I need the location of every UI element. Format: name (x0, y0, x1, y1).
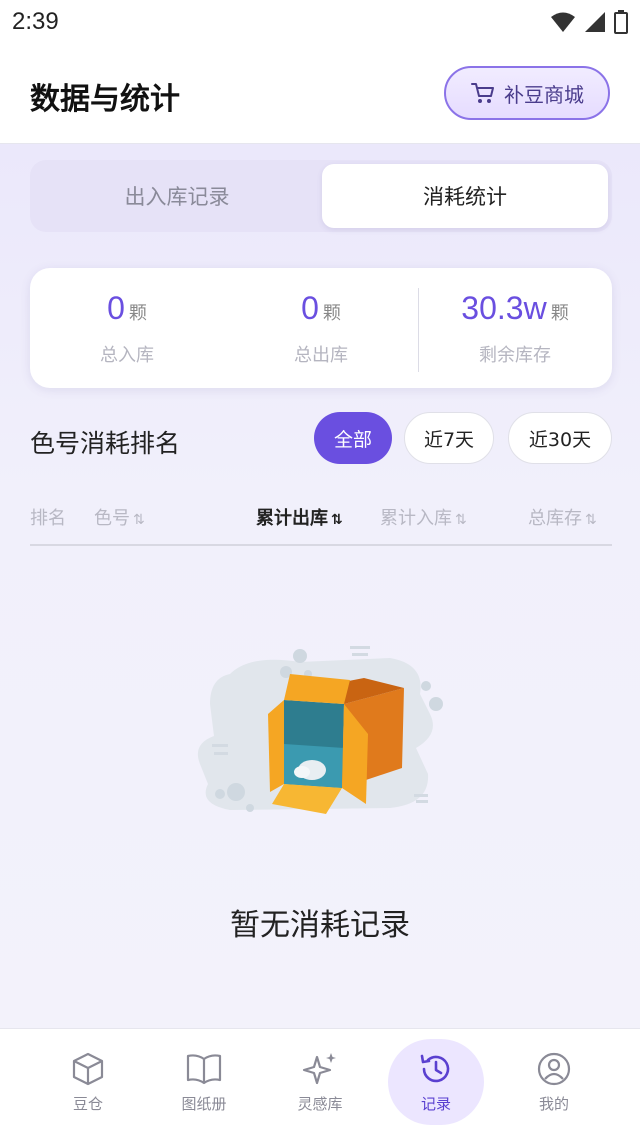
tab-inout-records[interactable]: 出入库记录 (34, 164, 320, 228)
column-total-in-label: 累计入库 (380, 508, 452, 529)
sort-icon: ⇅ (331, 512, 343, 528)
column-stock[interactable]: 总库存 ⇅ (528, 504, 597, 530)
column-total-out[interactable]: 累计出库 ⇅ (256, 504, 343, 530)
stat-total-out-value: 0 (301, 290, 319, 326)
bottom-tab-bar: 豆仓 图纸册 灵感库 记录 我的 (0, 1028, 640, 1138)
book-icon (186, 1053, 222, 1084)
history-icon (420, 1054, 450, 1082)
filter-7days-button[interactable]: 近7天 (404, 412, 494, 464)
filter-all-button[interactable]: 全部 (314, 412, 392, 464)
stat-total-in-label: 总入库 (100, 345, 154, 366)
shop-button[interactable]: 补豆商城 (444, 66, 610, 120)
stat-total-in-value: 0 (107, 290, 125, 326)
column-total-out-label: 累计出库 (256, 508, 328, 529)
header: 数据与统计 补豆商城 (0, 44, 640, 144)
filter-30days-button[interactable]: 近30天 (508, 412, 612, 464)
stat-total-in-unit: 颗 (128, 303, 147, 324)
column-stock-label: 总库存 (528, 508, 582, 529)
wifi-icon (551, 12, 575, 32)
stat-remaining-value: 30.3w (461, 290, 547, 326)
segment-control: 出入库记录 消耗统计 (30, 160, 612, 232)
stat-total-out-label: 总出库 (294, 345, 348, 366)
tab-profile-label: 我的 (538, 1094, 569, 1113)
tab-inspiration-label: 灵感库 (297, 1094, 343, 1113)
sparkle-icon (302, 1052, 336, 1084)
status-bar: 2:39 (0, 0, 640, 44)
tab-records[interactable]: 记录 (388, 1039, 484, 1125)
stat-total-in: 0颗 总入库 (30, 290, 224, 367)
stat-total-out-unit: 颗 (322, 303, 341, 324)
status-icons (550, 10, 628, 34)
ranking-title: 色号消耗排名 (30, 429, 181, 458)
column-total-in[interactable]: 累计入库 ⇅ (380, 504, 467, 530)
sort-icon: ⇅ (133, 512, 145, 528)
tab-inspiration[interactable]: 灵感库 (272, 1039, 368, 1125)
sort-icon: ⇅ (455, 512, 467, 528)
column-color-label: 色号 (94, 508, 130, 529)
tab-bean-warehouse-label: 豆仓 (72, 1094, 103, 1113)
main-content: 出入库记录 消耗统计 0颗 总入库 0颗 总出库 30.3w 颗 剩余库存 色号消… (0, 144, 640, 1028)
tab-records-label: 记录 (420, 1094, 451, 1113)
shop-button-label: 补豆商城 (504, 82, 584, 107)
column-rank: 排名 (30, 508, 66, 529)
stat-remaining-unit: 颗 (550, 303, 569, 324)
empty-box-illustration (197, 646, 443, 814)
page-title: 数据与统计 (30, 82, 180, 117)
table-header-divider (30, 544, 612, 546)
column-color[interactable]: 色号 ⇅ (94, 504, 145, 530)
cart-icon (471, 83, 494, 103)
tab-bean-warehouse[interactable]: 豆仓 (40, 1039, 136, 1125)
tab-pattern-book[interactable]: 图纸册 (156, 1039, 252, 1125)
tab-pattern-book-label: 图纸册 (181, 1094, 227, 1113)
empty-state-text: 暂无消耗记录 (230, 908, 410, 943)
tab-consumption-stats[interactable]: 消耗统计 (322, 164, 608, 228)
stat-total-out: 0颗 总出库 (224, 290, 418, 367)
user-icon (537, 1052, 571, 1085)
stats-card: 0颗 总入库 0颗 总出库 30.3w 颗 剩余库存 (30, 268, 612, 388)
status-time: 2:39 (12, 8, 59, 35)
box-icon (72, 1052, 104, 1085)
stat-remaining-label: 剩余库存 (479, 345, 551, 366)
tab-profile[interactable]: 我的 (506, 1039, 602, 1125)
signal-icon (585, 12, 605, 32)
sort-icon: ⇅ (585, 512, 597, 528)
battery-icon (614, 10, 628, 34)
stat-remaining: 30.3w 颗 剩余库存 (418, 290, 612, 367)
